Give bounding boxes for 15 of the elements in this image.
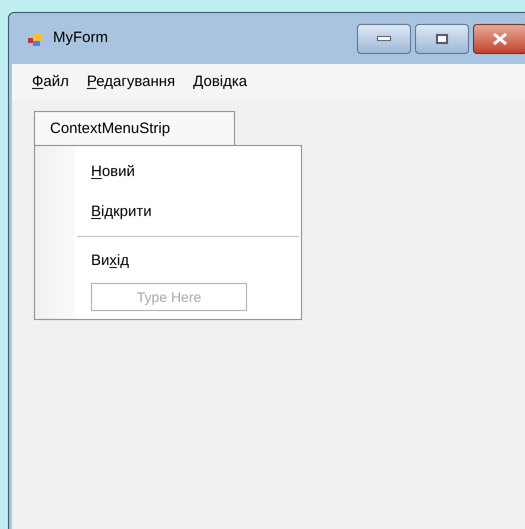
context-menu-item[interactable]: Вихід	[75, 241, 301, 281]
maximize-icon	[436, 34, 448, 44]
context-menu-item[interactable]: Новий	[75, 152, 301, 192]
context-menu-item[interactable]: Відкрити	[75, 192, 301, 232]
maximize-button[interactable]	[415, 24, 469, 54]
context-menu-tab[interactable]: ContextMenuStrip	[34, 111, 235, 146]
minimize-button[interactable]	[357, 24, 411, 54]
type-here-field[interactable]: Type Here	[91, 283, 247, 311]
close-icon	[492, 32, 508, 44]
minimize-icon	[377, 36, 391, 41]
menu-item[interactable]: Редагування	[80, 71, 182, 94]
window-title: MyForm	[53, 28, 108, 48]
close-button[interactable]	[473, 24, 525, 54]
menu-item[interactable]: Файл	[26, 71, 75, 94]
menu-item[interactable]: Довідка	[187, 71, 254, 94]
